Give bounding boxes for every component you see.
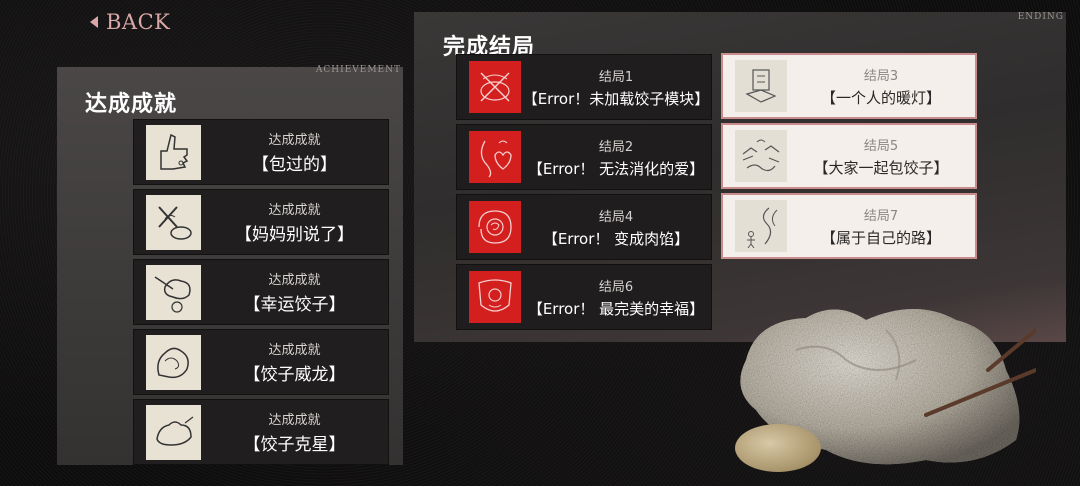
ending-subtitle: 结局6 [598,279,634,295]
thumbs-up-sketch-icon [146,124,201,180]
achievement-name: 【幸运饺子】 [243,295,346,315]
ending-item-5[interactable]: 结局5 【大家一起包饺子】 [721,123,977,189]
achievement-subtitle: 达成成就 [268,273,321,288]
crossed-dumpling-sketch-icon [146,194,201,250]
achievement-name: 【饺子威龙】 [243,365,346,385]
ending-subtitle: 结局3 [863,68,899,84]
ending-name: 【Error！ 变成肉馅】 [542,229,690,248]
ending-item-1[interactable]: 结局1 【Error！未加载饺子模块】 [456,54,712,120]
back-button[interactable]: BACK [90,10,170,34]
achievement-item[interactable]: 达成成就 【饺子克星】 [133,399,389,465]
achievement-subtitle: 达成成就 [268,203,321,218]
achievement-tag: ACHIEVEMENT [315,65,401,75]
ending-subtitle: 结局4 [598,209,634,225]
achievement-title: 达成成就 [85,92,178,117]
ending-name: 【一个人的暖灯】 [820,88,941,107]
achievement-panel: ACHIEVEMENT 达成成就 达成成就 【包过的】 达成成就 【妈妈别说了】… [57,65,403,465]
ending-name: 【Error！未加载饺子模块】 [522,89,710,108]
ending-item-3[interactable]: 结局3 【一个人的暖灯】 [721,53,977,119]
achievement-subtitle: 达成成就 [268,343,321,358]
ending-name: 【属于自己的路】 [820,228,941,247]
ending-name: 【Error！ 无法消化的爱】 [527,159,705,178]
red-heart-sketch-icon [469,131,521,183]
ending-name: 【大家一起包饺子】 [813,158,949,177]
ending-item-2[interactable]: 结局2 【Error！ 无法消化的爱】 [456,124,712,190]
ending-item-4[interactable]: 结局4 【Error！ 变成肉馅】 [456,194,712,260]
ending-tag: ENDING [1017,12,1064,22]
achievement-item[interactable]: 达成成就 【幸运饺子】 [133,259,389,325]
dumpling-nemesis-sketch-icon [146,404,201,460]
ending-subtitle: 结局5 [863,138,899,154]
back-label: BACK [106,10,171,34]
achievement-subtitle: 达成成就 [268,133,321,148]
road-sketch-icon [735,200,787,252]
achievement-name: 【饺子克星】 [243,435,346,455]
red-crossed-sketch-icon [469,61,521,113]
achievement-name: 【包过的】 [252,155,337,175]
ending-subtitle: 结局7 [863,208,899,224]
ending-subtitle: 结局1 [598,69,634,85]
achievement-item[interactable]: 达成成就 【妈妈别说了】 [133,189,389,255]
achievement-item[interactable]: 达成成就 【饺子威龙】 [133,329,389,395]
coin-illustration [735,424,821,472]
lucky-dumpling-sketch-icon [146,264,201,320]
red-swirl-sketch-icon [469,201,521,253]
hands-sketch-icon [735,130,787,182]
back-arrow-icon [90,16,98,28]
dragon-dumpling-sketch-icon [146,334,201,390]
ending-item-7[interactable]: 结局7 【属于自己的路】 [721,193,977,259]
ending-subtitle: 结局2 [598,139,634,155]
ending-item-6[interactable]: 结局6 【Error！ 最完美的幸福】 [456,264,712,330]
achievement-item[interactable]: 达成成就 【包过的】 [133,119,389,185]
ending-name: 【Error！ 最完美的幸福】 [527,299,705,318]
red-face-sketch-icon [469,271,521,323]
achievement-subtitle: 达成成就 [268,413,321,428]
achievement-name: 【妈妈别说了】 [235,225,354,245]
lamp-sketch-icon [735,60,787,112]
